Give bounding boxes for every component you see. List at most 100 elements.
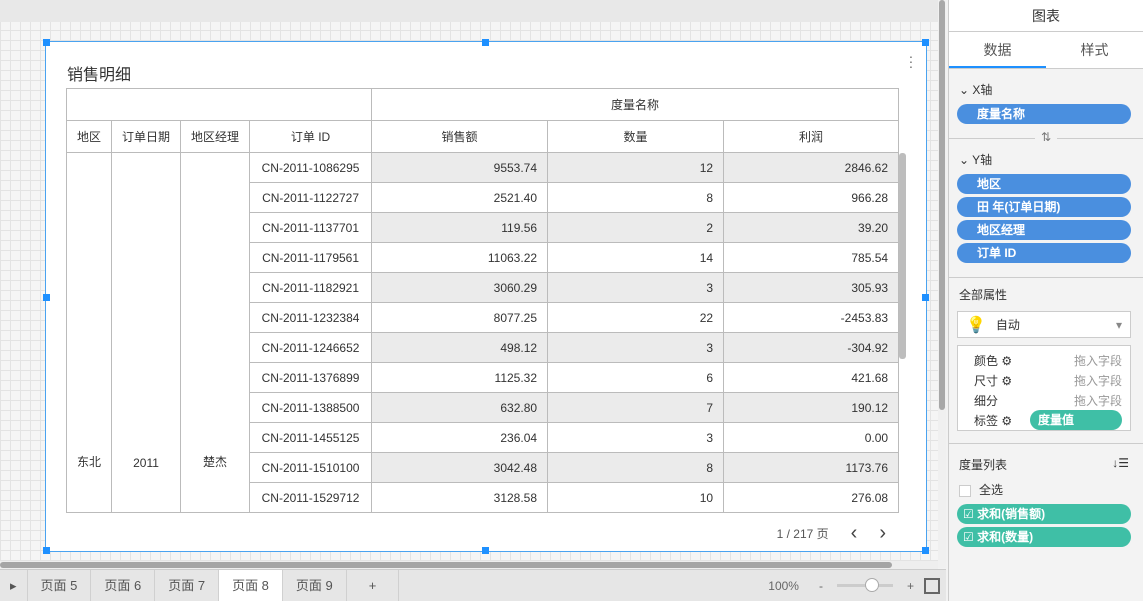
cell-region: 东北	[65, 152, 113, 513]
cell-value: 3042.48	[371, 452, 549, 483]
cell-order-id: CN-2011-1376899	[249, 362, 373, 393]
header-blank	[65, 88, 373, 121]
gear-icon[interactable]: ⚙	[1001, 414, 1012, 428]
cell-order-id: CN-2011-1086295	[249, 152, 373, 183]
tab-style[interactable]: 样式	[1046, 32, 1143, 68]
cell-value: 8	[547, 182, 725, 213]
pagination: 1 / 217 页 ‹ ›	[777, 522, 886, 545]
swap-axes-icon[interactable]: ⇅	[1035, 130, 1058, 144]
resize-handle[interactable]	[922, 547, 929, 554]
cell-manager: 楚杰	[180, 152, 251, 513]
column-header[interactable]: 销售额	[371, 120, 549, 153]
cell-value: 1173.76	[723, 452, 900, 483]
resize-handle[interactable]	[482, 547, 489, 554]
measure-list-label: 度量列表	[959, 458, 1008, 472]
tab-page-9[interactable]: 页面 9	[283, 570, 347, 601]
column-header[interactable]: 订单日期	[111, 120, 182, 153]
chart-settings-panel: 图表 数据 样式 ⌄ X轴 度量名称 ⇅ ⌄ Y轴 地区 田 年(订单日期) 地…	[948, 0, 1143, 601]
cell-value: 2846.62	[723, 152, 900, 183]
cell-value: 12	[547, 152, 725, 183]
cell-order-id: CN-2011-1137701	[249, 212, 373, 243]
x-axis-field[interactable]: 度量名称	[957, 104, 1131, 124]
resize-handle[interactable]	[43, 547, 50, 554]
gear-icon[interactable]: ⚙	[1001, 354, 1012, 368]
panel-title: 图表	[949, 0, 1143, 32]
column-header[interactable]: 数量	[547, 120, 725, 153]
cell-order-id: CN-2011-1232384	[249, 302, 373, 333]
gear-icon[interactable]: ⚙	[1001, 374, 1012, 388]
more-options-icon[interactable]: · · ·	[908, 49, 914, 73]
column-header[interactable]: 订单 ID	[249, 120, 373, 153]
resize-handle[interactable]	[43, 294, 50, 301]
canvas-vertical-scrollbar[interactable]	[938, 0, 946, 568]
cell-value: 119.56	[371, 212, 549, 243]
sort-icon[interactable]: ↓☰	[1112, 456, 1129, 473]
cell-order-id: CN-2011-1179561	[249, 242, 373, 273]
cell-value: 498.12	[371, 332, 549, 363]
cell-order-id: CN-2011-1122727	[249, 182, 373, 213]
y-axis-field[interactable]: 订单 ID	[957, 243, 1131, 263]
cell-value: 276.08	[723, 482, 900, 513]
table-scrollbar[interactable]	[899, 153, 906, 359]
drop-zone-detail[interactable]: 拖入字段	[1074, 392, 1122, 409]
cell-value: 966.28	[723, 182, 900, 213]
measure-item[interactable]: ☑ 求和(销售额)	[957, 504, 1131, 524]
cell-year: 2011	[111, 152, 182, 513]
resize-handle[interactable]	[482, 39, 489, 46]
cell-value: -2453.83	[723, 302, 900, 333]
cell-value: 7	[547, 392, 725, 423]
cell-order-id: CN-2011-1510100	[249, 452, 373, 483]
fit-screen-icon[interactable]	[924, 577, 940, 594]
tab-page-7[interactable]: 页面 7	[155, 570, 220, 601]
table-row: 东北 2011 楚杰 CN-2011-1086295 9553.74 12 2846.62	[65, 152, 900, 513]
toggle-tabs-icon[interactable]: ▸	[0, 570, 28, 601]
x-axis-section[interactable]: ⌄ X轴	[949, 69, 1143, 98]
canvas-horizontal-scrollbar[interactable]	[0, 561, 938, 569]
cell-value: 6	[547, 362, 725, 393]
cell-value: 3060.29	[371, 272, 549, 303]
drop-zone-size[interactable]: 拖入字段	[1074, 372, 1122, 389]
tab-page-5[interactable]: 页面 5	[28, 570, 92, 601]
chevron-down-icon: ⌄	[959, 83, 973, 97]
select-all-checkbox[interactable]	[959, 484, 971, 497]
cell-value: 0.00	[723, 422, 900, 453]
cell-order-id: CN-2011-1529712	[249, 482, 373, 513]
y-axis-field[interactable]: 田 年(订单日期)	[957, 197, 1131, 217]
resize-handle[interactable]	[922, 39, 929, 46]
cell-value: 10	[547, 482, 725, 513]
column-header[interactable]: 利润	[723, 120, 900, 153]
y-axis-field[interactable]: 地区经理	[957, 220, 1131, 240]
cell-value: 2	[547, 212, 725, 243]
zoom-out-button[interactable]: -	[819, 579, 823, 593]
cell-value: 632.80	[371, 392, 549, 423]
table-widget[interactable]: 销售明细 · · · 度量名称 地区 订单日期 地区经理 订单 ID 销售额 数量 利润 东北 2…	[43, 39, 929, 554]
cell-value: 8077.25	[371, 302, 549, 333]
cell-value: -304.92	[723, 332, 900, 363]
dropdown-arrow-icon: ▾	[1115, 317, 1122, 332]
resize-handle[interactable]	[43, 39, 50, 46]
zoom-in-button[interactable]: +	[907, 579, 914, 593]
group-header: 度量名称	[371, 88, 900, 121]
chart-type-select[interactable]: 💡 自动 ▾	[957, 311, 1131, 338]
chevron-down-icon: ⌄	[959, 153, 973, 167]
zoom-slider[interactable]	[836, 578, 893, 592]
prev-page-icon[interactable]: ‹	[851, 522, 858, 545]
tab-page-6[interactable]: 页面 6	[91, 570, 156, 601]
page-indicator: 1 / 217 页	[776, 527, 829, 541]
resize-handle[interactable]	[922, 294, 929, 301]
all-attributes-label: 全部属性	[959, 288, 1008, 302]
add-page-button[interactable]: +	[347, 570, 400, 601]
cell-value: 190.12	[723, 392, 900, 423]
next-page-icon[interactable]: ›	[879, 522, 886, 545]
tab-page-8[interactable]: 页面 8	[219, 570, 283, 601]
column-header[interactable]: 地区	[65, 120, 113, 153]
label-field[interactable]: 度量值	[1030, 410, 1122, 430]
column-header[interactable]: 地区经理	[180, 120, 251, 153]
tab-data[interactable]: 数据	[949, 32, 1046, 68]
cell-value: 8	[547, 452, 725, 483]
drop-zone-color[interactable]: 拖入字段	[1074, 352, 1122, 369]
measure-item[interactable]: ☑ 求和(数量)	[957, 527, 1131, 547]
cell-value: 305.93	[723, 272, 900, 303]
y-axis-field[interactable]: 地区	[957, 174, 1131, 194]
cell-value: 3128.58	[371, 482, 549, 513]
